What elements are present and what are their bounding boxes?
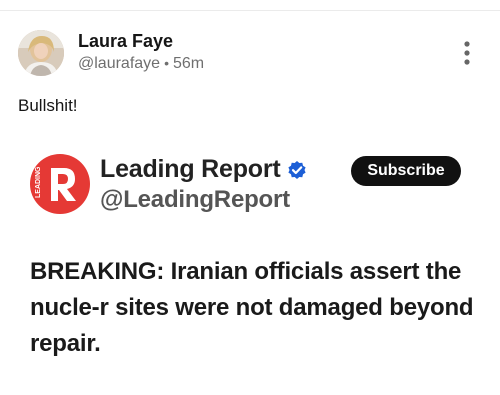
embed-post-body: BREAKING: Iranian officials assert the n…	[30, 258, 474, 357]
more-vertical-icon	[464, 41, 470, 65]
post-text: Bullshit!	[18, 96, 78, 115]
more-options-button[interactable]	[461, 40, 473, 66]
embed-account-name[interactable]: Leading Report	[100, 155, 281, 184]
verified-badge-icon	[287, 160, 307, 180]
post-time[interactable]: 56m	[173, 55, 204, 72]
author-avatar[interactable]	[18, 30, 64, 76]
subscribe-button[interactable]: Subscribe	[351, 156, 461, 186]
author-meta: @laurafaye • 56m	[78, 55, 204, 73]
author-handle[interactable]: @laurafaye	[78, 55, 160, 72]
leading-report-logo[interactable]: LEADING	[30, 154, 90, 214]
author-name[interactable]: Laura Faye	[78, 31, 173, 52]
meta-separator: •	[164, 55, 169, 71]
logo-lettering: LEADING	[35, 166, 42, 198]
leading-report-logo-icon: LEADING	[30, 154, 90, 214]
avatar-photo	[18, 30, 64, 76]
embed-account-handle[interactable]: @LeadingReport	[100, 186, 290, 214]
top-divider	[0, 10, 500, 11]
embed-name-row: Leading Report	[100, 155, 307, 184]
